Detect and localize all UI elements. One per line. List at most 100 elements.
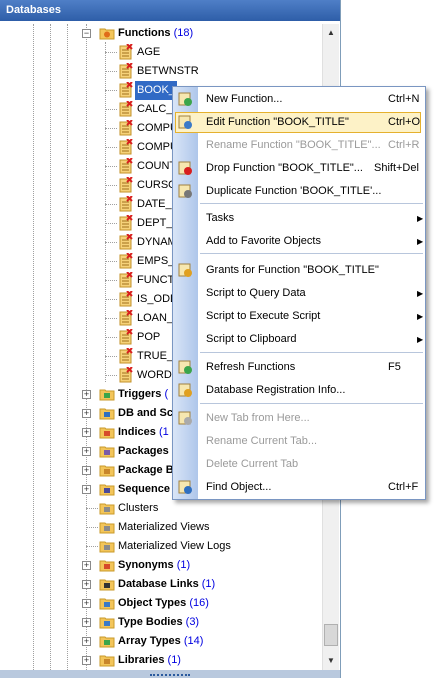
tree-line	[105, 337, 117, 338]
function-name: CURSO	[137, 179, 177, 191]
function-icon	[118, 62, 134, 79]
menu-item: New Tab from Here...	[173, 407, 425, 430]
menu-item[interactable]: Add to Favorite Objects ▶	[173, 230, 425, 253]
group-folder-icon	[99, 462, 115, 478]
group-label: Libraries	[118, 654, 165, 666]
tree-line	[105, 128, 117, 129]
group-count: (1)	[176, 559, 191, 571]
tree-item-function[interactable]: AGE	[0, 43, 322, 62]
expand-icon[interactable]: +	[82, 637, 91, 646]
expand-icon[interactable]: +	[82, 485, 91, 494]
expand-icon[interactable]: +	[82, 580, 91, 589]
menu-item-label: Find Object...	[206, 481, 272, 493]
function-icon	[118, 43, 134, 60]
expand-icon[interactable]: +	[82, 466, 91, 475]
context-menu: New Function... Ctrl+N Edit Function "BOOK…	[172, 86, 426, 500]
group-folder-icon	[99, 481, 115, 497]
resize-grip[interactable]	[150, 674, 190, 678]
menu-item-shortcut: Ctrl+O	[388, 116, 421, 128]
function-icon	[118, 271, 134, 288]
collapse-icon[interactable]: −	[82, 29, 91, 38]
expand-icon[interactable]: +	[82, 428, 91, 437]
group-label: Indices	[118, 426, 156, 438]
tree-node-group[interactable]: + Libraries (1)	[0, 651, 322, 670]
group-label: DB and Sc	[118, 407, 174, 419]
tree-node-item[interactable]: Materialized View Logs	[0, 537, 322, 556]
expand-icon[interactable]: +	[82, 447, 91, 456]
tree-line	[105, 204, 117, 205]
menu-item[interactable]: Refresh Functions F5	[173, 356, 425, 379]
menu-item[interactable]: Drop Function "BOOK_TITLE"... Shift+Del	[173, 157, 425, 180]
menu-item: Rename Current Tab...	[173, 430, 425, 453]
duplicate-function-icon	[178, 184, 192, 198]
menu-item-label: Script to Execute Script	[206, 310, 321, 322]
menu-item[interactable]: Find Object... Ctrl+F	[173, 476, 425, 499]
tree-line	[105, 356, 117, 357]
scrollbar-thumb[interactable]	[324, 624, 338, 646]
tree-node-group[interactable]: + Type Bodies (3)	[0, 613, 322, 632]
expand-icon[interactable]: +	[82, 656, 91, 665]
new-tab-icon	[178, 411, 192, 425]
submenu-arrow-icon: ▶	[417, 237, 424, 246]
menu-item[interactable]: Duplicate Function 'BOOK_TITLE'...	[173, 180, 425, 203]
function-icon	[118, 176, 134, 193]
menu-item[interactable]: Script to Clipboard ▶	[173, 328, 425, 351]
group-folder-icon	[99, 595, 115, 611]
expand-icon[interactable]: +	[82, 599, 91, 608]
menu-item[interactable]: Script to Query Data ▶	[173, 282, 425, 305]
group-count: (	[164, 388, 169, 400]
menu-item-label: Rename Current Tab...	[206, 435, 318, 447]
function-name: BETWNSTR	[137, 65, 199, 77]
tree-node-group[interactable]: + Array Types (14)	[0, 632, 322, 651]
tree-line	[105, 375, 117, 376]
tree-line	[105, 166, 117, 167]
tree-line	[105, 242, 117, 243]
tree-line	[86, 527, 98, 528]
item-label: Materialized Views	[118, 521, 210, 533]
function-name: LOAN_	[137, 312, 174, 324]
menu-item[interactable]: Script to Execute Script ▶	[173, 305, 425, 328]
function-icon	[118, 328, 134, 345]
function-name: DYNAM	[137, 236, 177, 248]
function-icon	[118, 157, 134, 174]
menu-item-shortcut: Shift+Del	[374, 162, 419, 174]
tree-node-item[interactable]: Clusters	[0, 499, 322, 518]
tree-node-group[interactable]: + Database Links (1)	[0, 575, 322, 594]
tree-line	[105, 223, 117, 224]
expand-icon[interactable]: +	[82, 561, 91, 570]
scroll-up-icon[interactable]: ▲	[323, 24, 339, 41]
expand-icon[interactable]: +	[82, 409, 91, 418]
menu-item[interactable]: Database Registration Info...	[173, 379, 425, 402]
tree-node-group[interactable]: + Object Types (16)	[0, 594, 322, 613]
tree-line	[105, 280, 117, 281]
expand-icon[interactable]: +	[82, 390, 91, 399]
tree-line	[105, 299, 117, 300]
item-folder-icon	[99, 500, 115, 516]
menu-item-label: New Function...	[206, 93, 283, 105]
menu-item[interactable]: Edit Function "BOOK_TITLE" Ctrl+O	[173, 111, 425, 134]
drop-function-icon	[178, 161, 192, 175]
functions-label: Functions	[118, 27, 171, 39]
group-folder-icon	[99, 576, 115, 592]
new-function-icon	[178, 92, 192, 106]
scroll-down-icon[interactable]: ▼	[323, 652, 339, 669]
function-icon	[118, 195, 134, 212]
submenu-arrow-icon: ▶	[417, 335, 424, 344]
menu-item[interactable]: Grants for Function "BOOK_TITLE"	[173, 259, 425, 282]
tree-line	[105, 185, 117, 186]
menu-item[interactable]: New Function... Ctrl+N	[173, 88, 425, 111]
menu-item[interactable]: Tasks ▶	[173, 207, 425, 230]
menu-item-shortcut: F5	[388, 361, 401, 373]
function-icon	[118, 252, 134, 269]
group-count: (16)	[189, 597, 209, 609]
group-folder-icon	[99, 405, 115, 421]
tree-item-function[interactable]: BETWNSTR	[0, 62, 322, 81]
registration-info-icon	[178, 383, 192, 397]
tree-node-functions[interactable]: − Functions (18)	[0, 24, 322, 43]
tree-node-group[interactable]: + Synonyms (1)	[0, 556, 322, 575]
panel-title: Databases	[0, 0, 341, 21]
tree-node-item[interactable]: Materialized Views	[0, 518, 322, 537]
tree-line	[86, 546, 98, 547]
expand-icon[interactable]: +	[82, 618, 91, 627]
tree-line	[105, 52, 117, 53]
